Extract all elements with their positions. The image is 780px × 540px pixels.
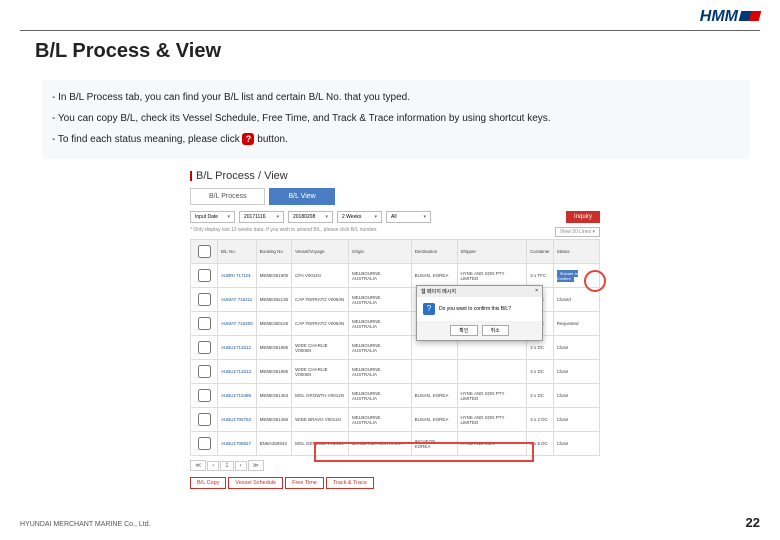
tab-bar: B/L Process B/L View bbox=[190, 188, 600, 205]
row-checkbox[interactable] bbox=[198, 293, 211, 306]
footer-text: HYUNDAI MERCHANT MARINE Co., Ltd. bbox=[20, 521, 151, 528]
confirm-dialog: 웹 페이지 메시지× ?Do you want to confirm this … bbox=[416, 285, 543, 341]
highlight-circle-icon bbox=[584, 270, 606, 292]
table-row: AUBU1706753MEME361466WIDE BRAVO V0011NME… bbox=[191, 408, 600, 432]
row-checkbox[interactable] bbox=[198, 317, 211, 330]
dialog-header: 웹 페이지 메시지× bbox=[417, 286, 542, 297]
row-checkbox[interactable] bbox=[198, 413, 211, 426]
bl-no-link[interactable]: AUBU1706753 bbox=[218, 408, 257, 432]
col-header bbox=[191, 240, 218, 264]
page-number: 22 bbox=[746, 515, 760, 530]
bullet-3: - To find each status meaning, please cl… bbox=[52, 130, 740, 149]
bl-no-link[interactable]: AUMAT 716211 bbox=[218, 288, 257, 312]
page-first[interactable]: ≪ bbox=[190, 460, 206, 471]
row-checkbox[interactable] bbox=[198, 269, 211, 282]
bl-no-link[interactable]: AUMAT 716200 bbox=[218, 312, 257, 336]
col-header: Origin bbox=[349, 240, 412, 264]
divider bbox=[20, 30, 760, 31]
bl-no-link[interactable]: AUBRI 717101 bbox=[218, 264, 257, 288]
tab-bl-view[interactable]: B/L View bbox=[269, 188, 334, 205]
bl-no-link[interactable]: AUBU1713313 bbox=[218, 360, 257, 384]
bullet-2: - You can copy B/L, check its Vessel Sch… bbox=[52, 109, 740, 128]
table-row: AUBU1713313MEME361895WIDE CHARLIE V0006N… bbox=[191, 360, 600, 384]
page-prev[interactable]: ‹ bbox=[207, 461, 219, 471]
inquiry-button[interactable]: Inquiry bbox=[566, 211, 600, 223]
row-checkbox[interactable] bbox=[198, 365, 211, 378]
dialog-footer: 확인 취소 bbox=[417, 321, 542, 340]
page-title: B/L Process & View bbox=[35, 40, 221, 63]
page-last[interactable]: ≫ bbox=[248, 460, 264, 471]
col-header: Container bbox=[527, 240, 554, 264]
page-next[interactable]: › bbox=[235, 461, 247, 471]
row-checkbox[interactable] bbox=[198, 341, 211, 354]
question-icon: ? bbox=[423, 303, 435, 315]
view-lines-select[interactable]: View 20 Lines ▾ bbox=[555, 227, 600, 237]
table-row: AUBU1710489MEME361463MOL GROWTH V0012NME… bbox=[191, 384, 600, 408]
filter-date-to[interactable]: 20180208 bbox=[288, 211, 333, 223]
dialog-body: ?Do you want to confirm this B/L? bbox=[417, 297, 542, 321]
page-1[interactable]: 1 bbox=[220, 461, 233, 471]
tab-bl-process[interactable]: B/L Process bbox=[190, 188, 265, 205]
filter-range[interactable]: 2 Weeks bbox=[337, 211, 382, 223]
filter-input-date[interactable]: Input Date bbox=[190, 211, 235, 223]
close-icon[interactable]: × bbox=[535, 288, 538, 295]
brand-logo: HMM bbox=[700, 8, 760, 26]
panel-heading: B/L Process / View bbox=[190, 170, 600, 182]
bullet-1: - In B/L Process tab, you can find your … bbox=[52, 88, 740, 107]
row-checkbox[interactable] bbox=[198, 437, 211, 450]
bl-no-link[interactable]: AUBU1713312 bbox=[218, 336, 257, 360]
bl-no-link[interactable]: AUBU1710489 bbox=[218, 384, 257, 408]
link-track-trace[interactable]: Track & Trace bbox=[326, 477, 374, 489]
filter-row: Input Date 20171116 20180208 2 Weeks All… bbox=[190, 211, 600, 223]
bl-table: B/L No.Booking NoVessel/VoyageOriginDest… bbox=[190, 239, 600, 456]
link-vessel-schedule[interactable]: Vessel Schedule bbox=[228, 477, 283, 489]
col-header: Vessel/Voyage bbox=[292, 240, 349, 264]
col-header: Booking No bbox=[256, 240, 292, 264]
ok-button[interactable]: 확인 bbox=[450, 325, 477, 336]
col-header: Shipper bbox=[457, 240, 527, 264]
note-text: * Only display last 12 weeks data. If yo… bbox=[190, 227, 378, 237]
filter-date-from[interactable]: 20171116 bbox=[239, 211, 284, 223]
filter-all[interactable]: All bbox=[386, 211, 431, 223]
cancel-button[interactable]: 취소 bbox=[482, 325, 509, 336]
description-box: - In B/L Process tab, you can find your … bbox=[42, 80, 750, 159]
bl-no-link[interactable]: AUBU1706827 bbox=[218, 432, 257, 456]
shortcut-links: B/L CopyVessel ScheduleFree TimeTrack & … bbox=[190, 477, 600, 489]
highlight-rect-icon bbox=[314, 442, 534, 462]
link-bl-copy[interactable]: B/L Copy bbox=[190, 477, 226, 489]
col-header: Destination bbox=[411, 240, 457, 264]
help-icon: ? bbox=[242, 133, 254, 145]
note-row: * Only display last 12 weeks data. If yo… bbox=[190, 227, 600, 237]
col-header: Status bbox=[553, 240, 599, 264]
table-row: AUBRI 717101MEME361900CFA V0011NMELBOURN… bbox=[191, 264, 600, 288]
row-checkbox[interactable] bbox=[198, 389, 211, 402]
col-header: B/L No. bbox=[218, 240, 257, 264]
link-free-time[interactable]: Free Time bbox=[285, 477, 324, 489]
